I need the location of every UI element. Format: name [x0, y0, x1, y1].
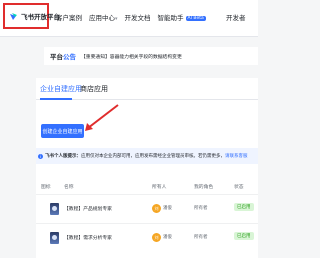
tip-text: 飞书个人版提示：应用仅对本企业内部可用，应用发布需经企业管理员审核。若仍需更多，…: [45, 153, 248, 159]
col-header-icon: 图标: [41, 185, 51, 190]
owner-name: 潘俊: [163, 235, 172, 240]
nav-item-assistant-label: 智能助手: [157, 14, 184, 22]
status-badge: 已启用: [234, 203, 254, 211]
feishu-logo-icon: [9, 12, 18, 21]
info-icon: i: [38, 153, 43, 159]
owner-avatar: 刘: [152, 204, 161, 213]
create-custom-app-button[interactable]: 创建企业自建应用: [41, 124, 84, 138]
ai-beta-badge: AI Beta: [185, 16, 206, 21]
col-header-name: 名称: [64, 185, 74, 190]
nav-item-app-center-label: 应用中心: [89, 14, 115, 22]
my-role: 所有者: [194, 235, 208, 240]
announcement-title: 平台公告: [50, 51, 76, 61]
tip-banner: i 飞书个人版提示：应用仅对本企业内部可用，应用发布需经企业管理员审核。若仍需更…: [36, 148, 258, 164]
col-header-role: 我的角色: [194, 185, 214, 190]
nav-item-developer[interactable]: 开发者: [226, 12, 246, 22]
status-badge: 已启用: [234, 232, 254, 240]
divider: [36, 194, 258, 195]
col-header-status: 状态: [234, 185, 244, 190]
nav-item-assistant[interactable]: 智能助手 AI Beta: [158, 12, 206, 22]
tab-custom-apps[interactable]: 企业自建应用: [40, 84, 82, 94]
owner-avatar: 刘: [152, 233, 161, 242]
my-role: 所有者: [194, 206, 208, 211]
brand-name: 飞书开放平台: [21, 13, 60, 21]
top-navbar: 飞书开放平台 客户案例 应用中心▾ 开发文档 智能助手 AI Beta 开发者: [0, 0, 258, 37]
nav-item-app-center[interactable]: 应用中心▾: [89, 12, 118, 22]
col-header-owner: 所有人: [152, 185, 167, 190]
app-list-card: 企业自建应用 商店应用 创建企业自建应用 i 飞书个人版提示：应用仅对本企业内部…: [36, 78, 258, 258]
app-name[interactable]: 【教程】需求分析专家: [64, 234, 112, 241]
announcement-link[interactable]: 【重要通知】容器能力相关字段的数据结构变更: [81, 53, 182, 60]
tab-store-apps[interactable]: 商店应用: [80, 84, 108, 94]
announcement-title-prefix: 平台: [50, 53, 63, 61]
nav-item-cases[interactable]: 客户案例: [56, 12, 82, 22]
tip-bold: 飞书个人版提示：: [45, 154, 81, 159]
app-avatar-icon: [50, 232, 59, 244]
chevron-down-icon: ▾: [115, 16, 118, 22]
app-avatar-icon: [50, 203, 59, 215]
nav-item-docs[interactable]: 开发文档: [125, 12, 151, 22]
table-row[interactable]: 【教程】需求分析专家 刘 潘俊 所有者 已启用: [36, 227, 258, 249]
table-row[interactable]: 【教程】产品规划专家 刘 潘俊 所有者 已启用: [36, 198, 258, 220]
announcement-title-highlight: 公告: [63, 53, 76, 61]
tip-body: 应用仅对本企业内部可用，应用发布需经企业管理员审核。若仍需更多，: [81, 154, 225, 159]
app-name[interactable]: 【教程】产品规划专家: [64, 205, 112, 212]
divider: [36, 223, 258, 224]
owner-name: 潘俊: [163, 206, 172, 211]
brand-logo-highlight[interactable]: 飞书开放平台: [3, 3, 60, 29]
app-tabs: 企业自建应用 商店应用: [36, 78, 258, 100]
contact-support-link[interactable]: 请联系客服: [225, 154, 248, 159]
announcement-bar: 平台公告 【重要通知】容器能力相关字段的数据结构变更: [44, 47, 258, 65]
table-header: 图标 名称 所有人 我的角色 状态: [36, 181, 258, 193]
main-nav: 客户案例 应用中心▾ 开发文档 智能助手 AI Beta: [56, 12, 206, 22]
active-tab-indicator: [40, 98, 72, 100]
